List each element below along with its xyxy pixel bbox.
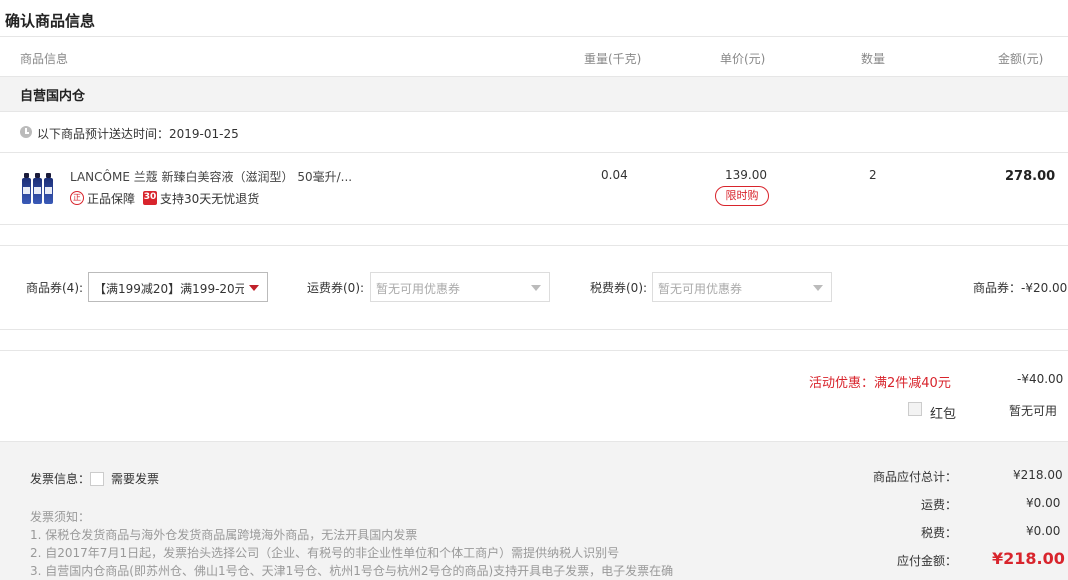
item-quantity: 2: [869, 168, 877, 182]
product-name-link[interactable]: LANCÔME 兰蔻 新臻白美容液（滋润型） 50毫升/...: [70, 168, 352, 185]
promotion-value: -¥40.00: [1017, 372, 1064, 386]
delivery-time: 以下商品预计送达时间：2019-01-25: [37, 127, 239, 141]
red-packet-checkbox[interactable]: [908, 402, 922, 416]
tax-coupon-label: 税费券(0):: [590, 281, 648, 295]
invoice-label: 发票信息：: [30, 472, 91, 486]
warehouse-title: 自营国内仓: [20, 89, 86, 104]
goods-coupon-value: 【满199减20】满199-20元...: [94, 282, 244, 296]
item-unit-price: 139.00: [725, 168, 767, 182]
payable-label: 应付金额：: [897, 554, 958, 568]
shipping-coupon-placeholder: 暂无可用优惠券: [376, 282, 461, 296]
need-invoice-label[interactable]: 需要发票: [111, 470, 159, 487]
divider: [0, 245, 1068, 246]
shipping-fee-value: ¥0.00: [1026, 496, 1061, 510]
tax-fee-label: 税费：: [921, 526, 958, 540]
red-packet-value: 暂无可用: [1009, 404, 1058, 418]
goods-total-label: 商品应付总计：: [873, 470, 958, 484]
divider: [0, 329, 1068, 330]
chevron-down-icon: [249, 285, 259, 291]
item-weight: 0.04: [601, 168, 628, 182]
shipping-coupon-label: 运费券(0):: [307, 281, 365, 295]
page-title: 确认商品信息: [5, 12, 96, 30]
tax-coupon-placeholder: 暂无可用优惠券: [658, 282, 743, 296]
invoice-notice-3: 3. 自营国内仓商品(即苏州仓、佛山1号仓、天津1号仓、杭州1号仓与杭州2号仓的…: [30, 564, 674, 578]
column-header-amount: 金额(元): [998, 52, 1044, 66]
divider: [0, 350, 1068, 351]
goods-coupon-label: 商品券(4):: [26, 281, 84, 295]
return-30-days-icon: 30: [143, 191, 157, 205]
column-header-product: 商品信息: [20, 52, 69, 66]
genuine-guarantee-icon: 正: [70, 191, 84, 205]
return-policy-label: 支持30天无忧退货: [160, 192, 260, 206]
divider: [0, 224, 1068, 225]
promotion-label: 活动优惠：满2件减40元: [809, 376, 951, 391]
invoice-notice-1: 1. 保税仓发货商品与海外仓发货商品属跨境海外商品，无法开具国内发票: [30, 528, 418, 542]
red-packet-label: 红包: [930, 407, 957, 422]
clock-icon: [20, 126, 32, 138]
invoice-notice-title: 发票须知：: [30, 510, 91, 524]
shipping-coupon-select[interactable]: 暂无可用优惠券: [370, 272, 550, 302]
product-thumbnail[interactable]: [22, 170, 58, 204]
invoice-notice-2: 2. 自2017年7月1日起，发票抬头选择公司（企业、有税号的非企业性单位和个体…: [30, 546, 620, 560]
chevron-down-icon: [813, 285, 823, 291]
tax-fee-value: ¥0.00: [1026, 524, 1061, 538]
divider: [0, 152, 1068, 153]
payable-total: ¥218.00: [992, 549, 1065, 568]
goods-coupon-discount: 商品券：-¥20.00: [973, 281, 1068, 295]
tax-coupon-select[interactable]: 暂无可用优惠券: [652, 272, 832, 302]
item-amount: 278.00: [1005, 169, 1056, 184]
chevron-down-icon: [531, 285, 541, 291]
shipping-fee-label: 运费：: [921, 498, 958, 512]
goods-coupon-select[interactable]: 【满199减20】满199-20元...: [88, 272, 268, 302]
limited-time-badge: 限时购: [715, 186, 769, 206]
need-invoice-checkbox[interactable]: [90, 472, 104, 486]
column-header-quantity: 数量: [861, 52, 886, 66]
genuine-guarantee-label: 正品保障: [87, 192, 136, 206]
column-header-unit-price: 单价(元): [720, 52, 766, 66]
warehouse-bar: [0, 76, 1068, 112]
divider: [0, 36, 1068, 37]
goods-total-value: ¥218.00: [1013, 468, 1063, 482]
column-header-weight: 重量(千克): [584, 52, 642, 66]
